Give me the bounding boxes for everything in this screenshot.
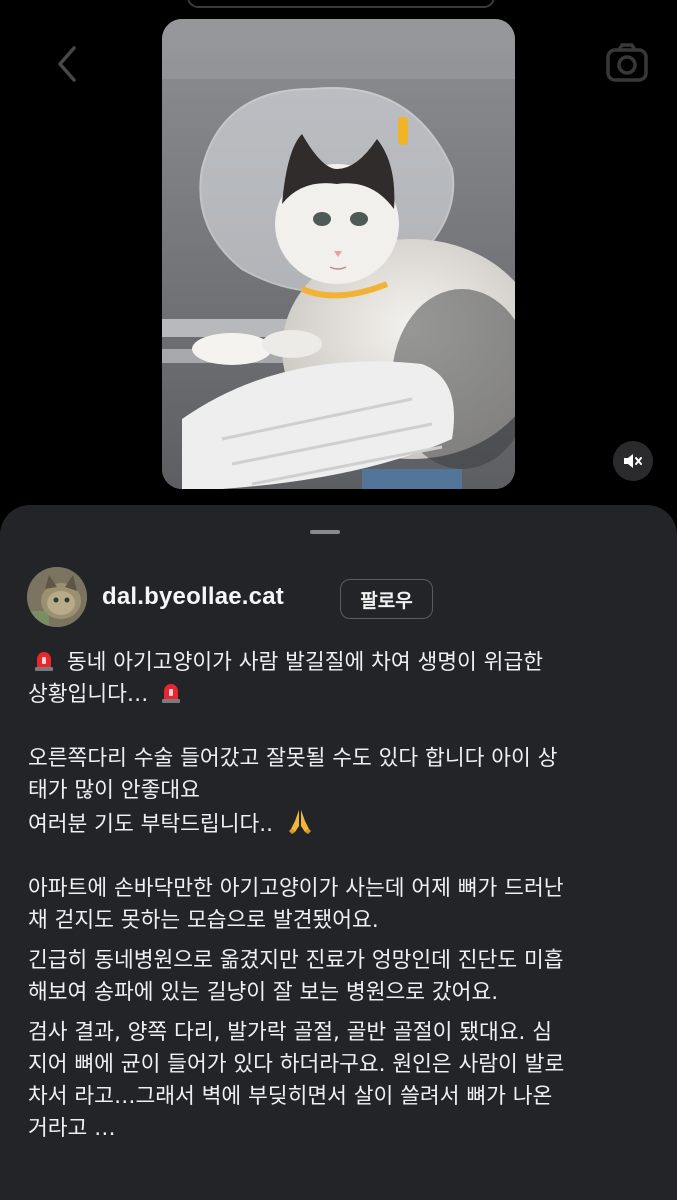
story-photo[interactable] — [162, 19, 515, 489]
username-link[interactable]: dal.byeollae.cat — [102, 583, 284, 611]
follow-button[interactable]: 팔로우 — [340, 579, 433, 619]
caption-line: 상황입니다… — [28, 679, 643, 711]
camera-icon[interactable] — [604, 40, 650, 86]
caption-line: 태가 많이 안좋대요 — [28, 778, 200, 803]
avatar[interactable] — [27, 567, 87, 627]
caption-line: 지어 뼈에 균이 들어가 있다 하더라구요. 원인은 사람이 발로 — [28, 1052, 565, 1077]
caption-line: 긴급히 동네병원으로 옮겼지만 진료가 엉망인데 진단도 미흡 — [28, 948, 564, 973]
caption-line: 동네 아기고양이가 사람 발길질에 차여 생명이 위급한 — [28, 647, 643, 679]
drag-handle[interactable] — [310, 530, 340, 534]
caption-text: 상황입니다… — [28, 682, 149, 707]
story-viewer-screen: dal.byeollae.cat 팔로우 동네 아기고양이가 사람 발길질에 차… — [0, 0, 677, 1200]
caption-line: 검사 결과, 양쪽 다리, 발가락 골절, 골반 골절이 됐대요. 심 — [28, 1020, 553, 1045]
caption-line: 거라고 … — [28, 1116, 116, 1141]
caption-line: 여러분 기도 부탁드립니다.. — [28, 807, 643, 841]
caption-line: 해보여 송파에 있는 길냥이 잘 보는 병원으로 갔어요. — [28, 980, 499, 1005]
folded-hands-icon — [286, 807, 314, 835]
post-caption: 동네 아기고양이가 사람 발길질에 차여 생명이 위급한 상황입니다… 오른쪽다… — [28, 647, 643, 1145]
caption-line: 오른쪽다리 수술 들어갔고 잘못될 수도 있다 합니다 아이 상 — [28, 746, 558, 771]
caption-text: 여러분 기도 부탁드립니다.. — [28, 812, 273, 837]
siren-icon — [159, 680, 183, 704]
chevron-left-icon[interactable] — [52, 44, 82, 84]
speaker-muted-icon[interactable] — [613, 441, 653, 481]
dynamic-island-outline — [187, 0, 495, 8]
post-info-sheet: dal.byeollae.cat 팔로우 동네 아기고양이가 사람 발길질에 차… — [0, 505, 677, 1200]
caption-line: 차서 라고…그래서 벽에 부딪히면서 살이 쓸려서 뼈가 나온 — [28, 1084, 553, 1109]
siren-icon — [32, 648, 56, 672]
caption-line: 채 걷지도 못하는 모습으로 발견됐어요. — [28, 908, 379, 933]
caption-line: 아파트에 손바닥만한 아기고양이가 사는데 어제 뼈가 드러난 — [28, 876, 564, 901]
caption-text: 동네 아기고양이가 사람 발길질에 차여 생명이 위급한 — [66, 650, 544, 675]
